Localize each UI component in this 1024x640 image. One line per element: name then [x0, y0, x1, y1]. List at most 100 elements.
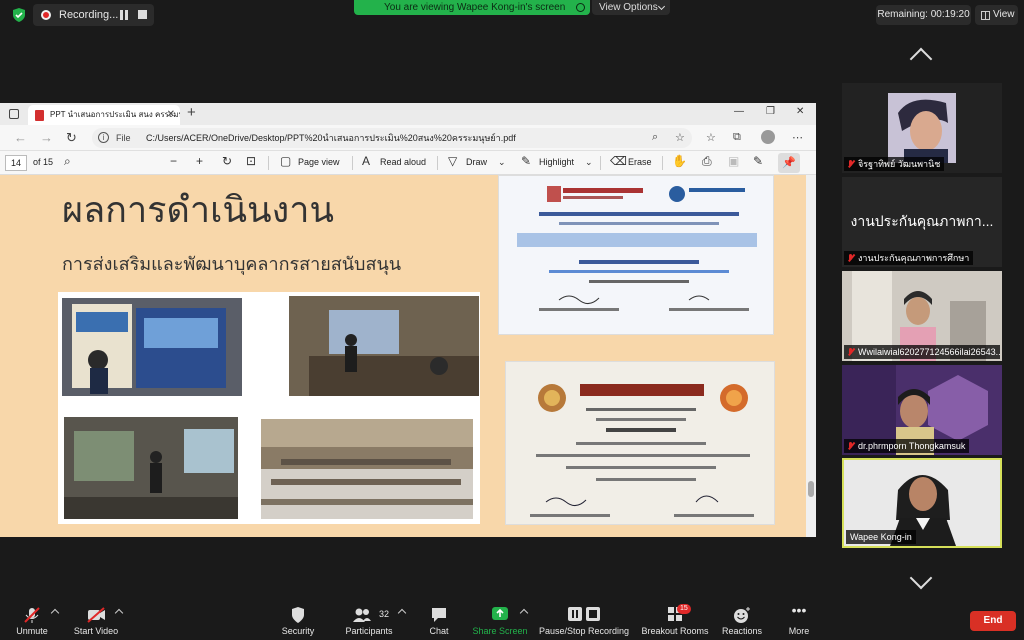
muted-mic-icon — [847, 254, 854, 262]
security-label: Security — [281, 626, 315, 636]
page-view-button[interactable]: Page view — [298, 157, 340, 167]
participant-tile[interactable]: จิรฐาทิพย์ วัฒนพานิช — [842, 83, 1002, 173]
security-button[interactable]: Security — [277, 600, 319, 640]
pdf-scrollbar[interactable] — [806, 175, 816, 537]
lecture-room-photo — [64, 417, 238, 519]
scroll-down-icon[interactable] — [909, 566, 933, 590]
touch-icon[interactable]: ✋ — [672, 154, 687, 168]
start-video-button[interactable]: Start Video — [70, 600, 122, 640]
breakout-rooms-button[interactable]: 15 Breakout Rooms — [640, 600, 710, 640]
shield-icon — [292, 607, 304, 623]
erase-button[interactable]: Erase — [628, 157, 652, 167]
new-tab-icon[interactable]: + — [187, 104, 196, 121]
recording-dot-icon — [41, 10, 51, 20]
toolbar-divider — [600, 156, 601, 170]
view-layout-button[interactable]: View — [975, 5, 1018, 25]
security-shield-icon[interactable] — [11, 7, 27, 23]
start-video-label: Start Video — [73, 626, 119, 636]
slide-subtitle: การส่งเสริมและพัฒนาบุคลากรสายสนับสนุน — [62, 254, 402, 275]
pause-recording-icon[interactable] — [119, 10, 129, 20]
participant-name: งานประกันคุณภาพการศึกษา — [858, 253, 970, 263]
draw-button[interactable]: Draw — [466, 157, 487, 167]
grid-icon — [981, 11, 990, 20]
save-icon[interactable]: ▣ — [728, 154, 739, 168]
view-options-button[interactable]: View Options — [592, 0, 670, 15]
muted-mic-icon — [847, 160, 854, 168]
chevron-down-icon[interactable]: ⌄ — [585, 157, 593, 168]
participant-name-tag: Wapee Kong-in — [846, 530, 916, 544]
participant-tile[interactable]: Wwilaiwial620277124566ilai26543... — [842, 271, 1002, 361]
forward-icon[interactable]: → — [40, 130, 53, 145]
page-view-icon: ▢ — [280, 154, 292, 168]
pdf-file-icon — [35, 110, 44, 121]
participant-tile[interactable]: dr.phrmporn Thongkamsuk — [842, 365, 1002, 455]
refresh-icon[interactable]: ↻ — [66, 130, 77, 146]
profile-avatar[interactable] — [761, 130, 775, 144]
pdf-toolbar: 14 of 15 ⌕ − + ↻ ⊡ ▢ Page view A Read al… — [0, 151, 816, 175]
participant-count: 32 — [379, 609, 390, 619]
browser-tab-pdf[interactable]: PPT นำเสนอการประเมิน สนง ครระมนุษย์.pdf … — [28, 105, 180, 125]
seminar-speaker-photo — [289, 296, 479, 396]
search-icon[interactable]: ⌕ — [64, 154, 71, 169]
read-aloud-button[interactable]: Read aloud — [380, 157, 426, 167]
certificate-1-graphic — [517, 186, 757, 311]
chat-icon — [432, 608, 446, 622]
back-icon[interactable]: ← — [14, 130, 27, 145]
collections-icon[interactable]: ⧉ — [733, 131, 741, 144]
favorites-icon[interactable]: ☆ — [706, 131, 716, 144]
unmute-button[interactable]: Unmute — [10, 600, 54, 640]
zoom-out-icon[interactable]: − — [170, 154, 177, 168]
stop-recording-icon[interactable] — [138, 10, 147, 19]
end-meeting-button[interactable]: End — [970, 611, 1016, 631]
pause-stop-recording-label: Pause/Stop Recording — [538, 626, 630, 636]
favorite-add-icon[interactable]: ☆ — [675, 131, 685, 144]
zoom-icon[interactable]: ⌕ — [652, 131, 658, 144]
share-screen-button[interactable]: Share Screen — [471, 600, 529, 640]
participant-tile-active-speaker[interactable]: Wapee Kong-in — [842, 458, 1002, 548]
close-window-icon[interactable]: ✕ — [796, 106, 804, 117]
more-button[interactable]: ••• More — [784, 600, 814, 640]
print-icon[interactable]: ⎙ — [702, 154, 712, 169]
read-aloud-icon: A — [362, 154, 371, 168]
participant-name-tag: งานประกันคุณภาพการศึกษา — [844, 251, 974, 265]
participant-name: จิรฐาทิพย์ วัฒนพานิช — [858, 159, 941, 169]
chevron-down-icon — [657, 2, 666, 11]
draw-icon: ▽ — [448, 154, 458, 168]
page-number-input[interactable]: 14 — [5, 155, 27, 171]
rotate-icon[interactable]: ↻ — [222, 154, 232, 168]
reactions-button[interactable]: Reactions — [720, 600, 764, 640]
participants-button[interactable]: 32 Participants — [340, 600, 398, 640]
share-screen-icon — [492, 607, 508, 620]
participant-display-name: งานประกันคุณภาพกา... — [850, 213, 994, 229]
participant-name-tag: dr.phrmporn Thongkamsuk — [844, 439, 970, 453]
pause-stop-icon — [568, 607, 600, 621]
zoom-in-icon[interactable]: + — [196, 154, 203, 168]
pin-toolbar-icon[interactable]: 📌 — [778, 153, 800, 173]
smiley-icon — [734, 607, 750, 623]
highlight-button[interactable]: Highlight — [539, 157, 574, 167]
participant-tile[interactable]: งานประกันคุณภาพกา... งานประกันคุณภาพการศ… — [842, 177, 1002, 267]
toolbar-divider — [268, 156, 269, 170]
participant-name: Wwilaiwial620277124566ilai26543... — [858, 347, 1000, 357]
restore-icon[interactable]: ❐ — [766, 106, 775, 117]
url-path: C:/Users/ACER/OneDrive/Desktop/PPT%20นำเ… — [146, 133, 516, 143]
pause-stop-recording-button[interactable]: Pause/Stop Recording — [538, 600, 630, 640]
save-as-icon[interactable]: ✎ — [753, 154, 763, 168]
participants-chevron-icon[interactable] — [397, 608, 407, 618]
fit-page-icon[interactable]: ⊡ — [246, 154, 256, 168]
window-menu-icon[interactable] — [9, 109, 19, 119]
more-dots-icon: ••• — [791, 602, 807, 618]
minimize-icon[interactable]: — — [734, 106, 744, 117]
chat-button[interactable]: Chat — [424, 600, 454, 640]
chevron-down-icon[interactable]: ⌄ — [498, 157, 506, 168]
participant-name: dr.phrmporn Thongkamsuk — [858, 441, 966, 451]
video-off-icon — [87, 607, 105, 623]
close-tab-icon[interactable]: ✕ — [167, 105, 175, 125]
more-menu-icon[interactable]: ⋯ — [792, 131, 803, 144]
scroll-up-icon[interactable] — [909, 47, 933, 71]
view-options-label: View Options — [599, 2, 658, 13]
conference-hall-photo — [261, 419, 473, 519]
url-field[interactable]: i File C:/Users/ACER/OneDrive/Desktop/PP… — [92, 128, 692, 148]
scroll-thumb[interactable] — [808, 481, 814, 497]
info-icon[interactable]: i — [98, 132, 109, 143]
